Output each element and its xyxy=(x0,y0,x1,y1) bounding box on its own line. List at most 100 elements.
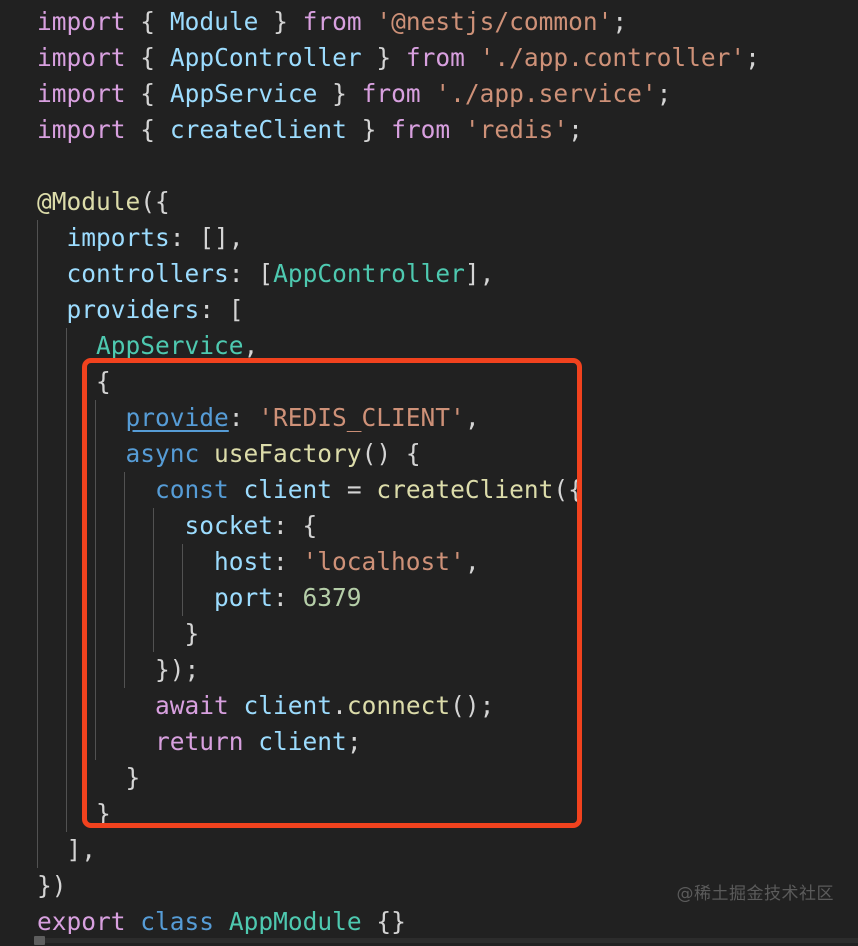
code-line[interactable]: ], xyxy=(0,832,858,868)
code-token: 'REDIS_CLIENT' xyxy=(258,403,465,432)
code-token: './app.service' xyxy=(435,79,657,108)
code-line[interactable]: AppService, xyxy=(0,328,858,364)
code-token: } xyxy=(361,115,377,144)
code-line[interactable]: import { AppController } from './app.con… xyxy=(0,40,858,76)
code-line[interactable]: await client.connect(); xyxy=(0,688,858,724)
code-line[interactable]: port: 6379 xyxy=(0,580,858,616)
code-line[interactable]: provide: 'REDIS_CLIENT', xyxy=(0,400,858,436)
code-token: useFactory xyxy=(214,439,362,468)
code-token: ; xyxy=(745,43,760,72)
code-token: }); xyxy=(155,655,200,684)
code-line[interactable]: } xyxy=(0,616,858,652)
scrollbar-track[interactable] xyxy=(45,938,858,943)
code-line[interactable]: imports: [], xyxy=(0,220,858,256)
code-token: from xyxy=(391,115,451,144)
code-token: : xyxy=(228,259,259,288)
code-token: ; xyxy=(346,727,362,756)
code-token: : { xyxy=(273,511,318,540)
code-line[interactable]: const client = createClient({ xyxy=(0,472,858,508)
code-line[interactable]: async useFactory() { xyxy=(0,436,858,472)
code-token: './app.controller' xyxy=(479,43,746,72)
code-token: import xyxy=(37,115,126,144)
code-line[interactable] xyxy=(0,148,858,184)
code-token: } xyxy=(376,43,392,72)
code-token: @Module xyxy=(37,187,141,216)
code-content[interactable]: import { Module } from '@nestjs/common';… xyxy=(0,0,858,940)
code-token: from xyxy=(302,7,362,36)
code-line[interactable]: import { Module } from '@nestjs/common'; xyxy=(0,4,858,40)
code-editor[interactable]: import { Module } from '@nestjs/common';… xyxy=(0,0,858,946)
code-line[interactable]: controllers: [AppController], xyxy=(0,256,858,292)
code-token: import xyxy=(37,43,126,72)
code-token: class xyxy=(140,907,215,936)
code-token: '@nestjs/common' xyxy=(376,7,613,36)
code-token: ({ xyxy=(140,187,170,216)
code-line[interactable]: { xyxy=(0,364,858,400)
code-token: client xyxy=(243,475,333,504)
code-token: createClient xyxy=(376,475,554,504)
code-token: : xyxy=(228,403,259,432)
code-line[interactable]: providers: [ xyxy=(0,292,858,328)
code-token: 'localhost' xyxy=(302,547,465,576)
code-token: from xyxy=(361,79,421,108)
code-token: port xyxy=(214,583,274,612)
code-token: AppService xyxy=(96,331,244,360)
code-token: providers xyxy=(66,295,200,324)
watermark-label: @稀土掘金技术社区 xyxy=(676,884,834,904)
code-token: client xyxy=(243,691,333,720)
code-token: () { xyxy=(361,439,421,468)
horizontal-scrollbar[interactable] xyxy=(0,934,858,946)
code-line[interactable]: host: 'localhost', xyxy=(0,544,858,580)
code-token: controllers xyxy=(66,259,229,288)
code-token: provide xyxy=(125,403,229,432)
code-line[interactable]: import { AppService } from './app.servic… xyxy=(0,76,858,112)
code-line[interactable]: return client; xyxy=(0,724,858,760)
code-token: : xyxy=(199,295,229,324)
code-token: [ xyxy=(258,259,274,288)
code-line[interactable]: import { createClient } from 'redis'; xyxy=(0,112,858,148)
code-token: from xyxy=(405,43,465,72)
code-token: : xyxy=(273,583,303,612)
code-line[interactable]: socket: { xyxy=(0,508,858,544)
code-token: } xyxy=(332,79,347,108)
code-token: 'redis' xyxy=(464,115,569,144)
code-line[interactable]: } xyxy=(0,796,858,832)
code-token: }) xyxy=(37,871,67,900)
code-line[interactable]: @Module({ xyxy=(0,184,858,220)
code-line[interactable]: }); xyxy=(0,652,858,688)
code-token: { xyxy=(140,115,156,144)
code-token: { xyxy=(96,367,111,396)
code-token: socket xyxy=(184,511,274,540)
code-token: import xyxy=(37,7,126,36)
code-token: = xyxy=(332,475,377,504)
code-token: , xyxy=(464,403,480,432)
code-token: Module xyxy=(169,7,259,36)
code-token: connect xyxy=(346,691,451,720)
scrollbar-thumb[interactable] xyxy=(34,936,45,945)
code-line[interactable]: } xyxy=(0,760,858,796)
